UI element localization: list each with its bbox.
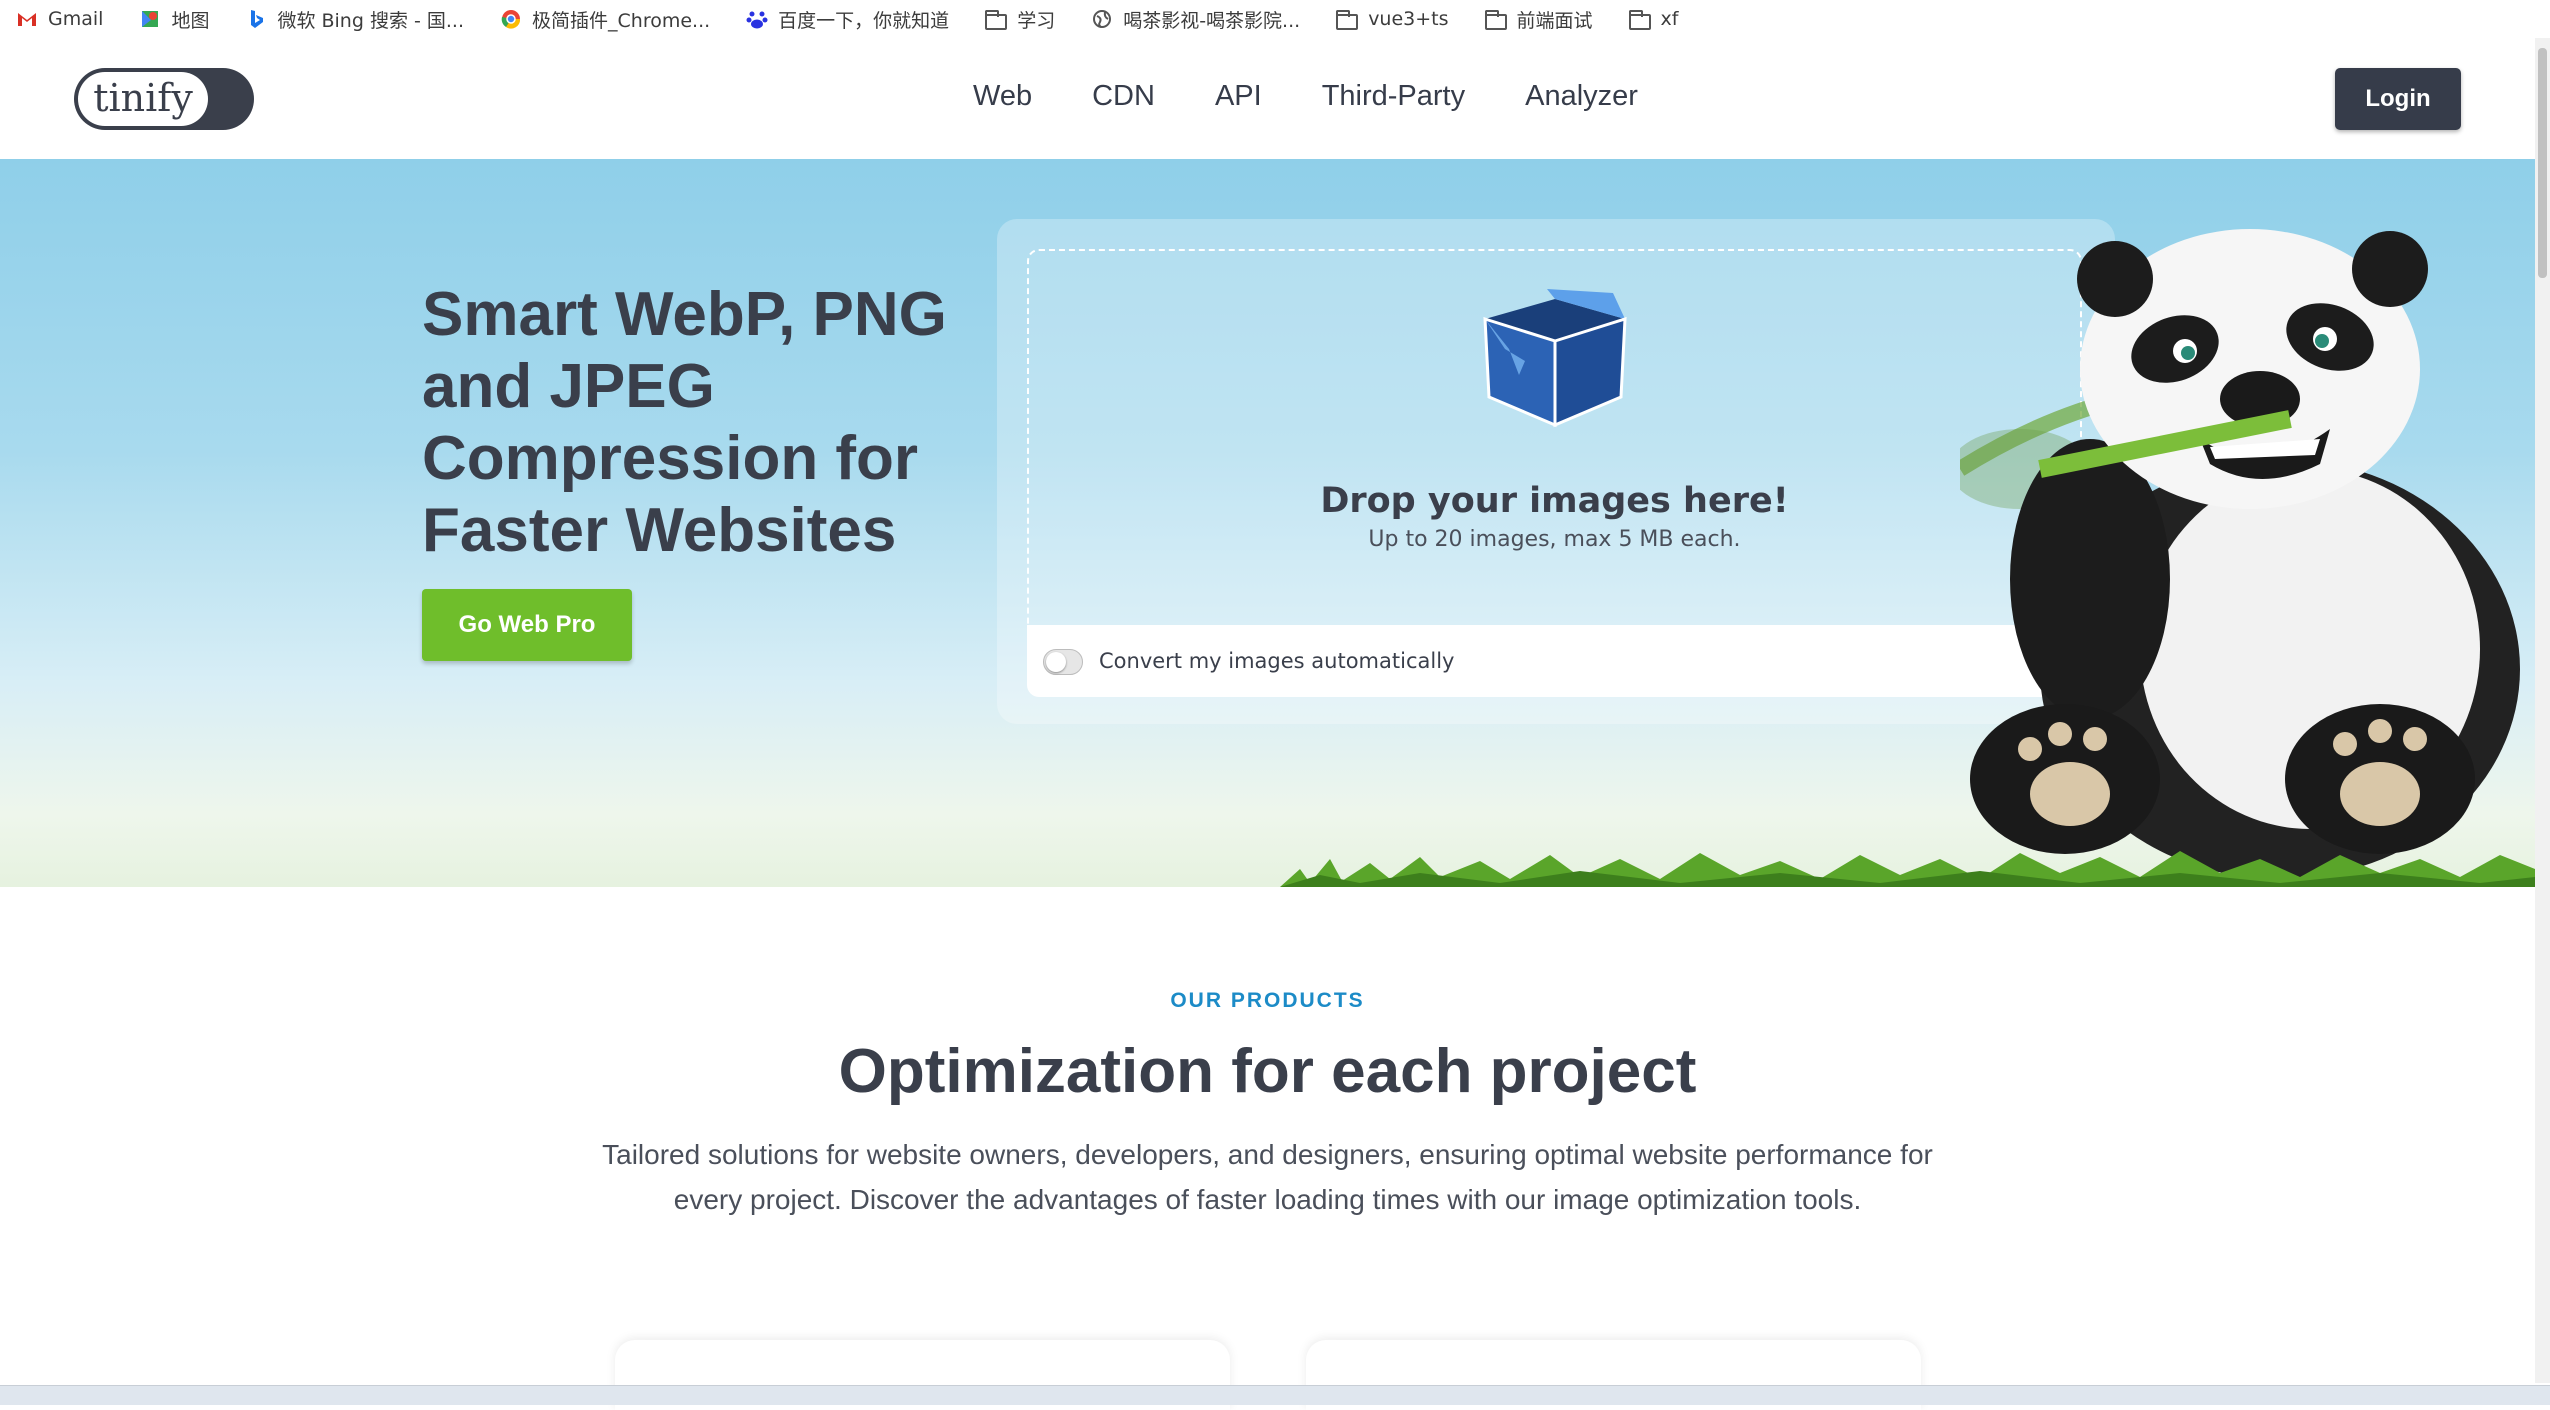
- nav-third-party[interactable]: Third-Party: [1322, 80, 1465, 113]
- logo-text: tinify: [78, 72, 208, 126]
- nav-web[interactable]: Web: [973, 80, 1032, 113]
- bing-icon: [251, 10, 264, 28]
- taskbar: [0, 1385, 2550, 1405]
- main-nav: Web CDN API Third-Party Analyzer: [973, 80, 1698, 113]
- nav-cdn[interactable]: CDN: [1092, 80, 1155, 113]
- bookmark-chrome[interactable]: 极简插件_Chrome...: [500, 6, 710, 33]
- chrome-icon: [501, 10, 521, 29]
- login-button[interactable]: Login: [2335, 68, 2461, 130]
- bookmark-label: 百度一下，你就知道: [778, 9, 950, 32]
- folder-icon: [1484, 10, 1507, 30]
- bookmark-label: 学习: [1017, 9, 1056, 32]
- go-web-pro-button[interactable]: Go Web Pro: [422, 589, 632, 661]
- products-title: Optimization for each project: [838, 1037, 1697, 1106]
- drop-subtitle: Up to 20 images, max 5 MB each.: [1368, 527, 1741, 552]
- nav-analyzer[interactable]: Analyzer: [1525, 80, 1638, 113]
- grass-decoration: [1280, 851, 2535, 887]
- bookmark-label: vue3+ts: [1368, 8, 1449, 30]
- bookmark-label: 喝茶影视-喝茶影院...: [1123, 9, 1301, 32]
- products-description: Tailored solutions for website owners, d…: [602, 1139, 1933, 1215]
- hero-section: Smart WebP, PNG and JPEG Compression for…: [0, 159, 2535, 887]
- convert-toggle[interactable]: [1043, 649, 1083, 675]
- convert-options-bar: Convert my images automatically: [1027, 625, 2082, 697]
- tinify-logo[interactable]: tinify: [74, 68, 254, 130]
- gmail-icon: [18, 13, 36, 26]
- bookmark-folder-vue3[interactable]: vue3+ts: [1336, 8, 1449, 30]
- hero-title: Smart WebP, PNG and JPEG Compression for…: [422, 280, 947, 565]
- bookmark-maps[interactable]: 地图: [139, 6, 209, 33]
- bookmark-label: 前端面试: [1516, 9, 1593, 32]
- products-eyebrow: OUR PRODUCTS: [1170, 989, 1365, 1012]
- bookmark-label: 微软 Bing 搜索 - 国...: [277, 9, 465, 32]
- bookmark-bing[interactable]: 微软 Bing 搜索 - 国...: [245, 6, 464, 33]
- folder-icon: [1336, 10, 1359, 30]
- maps-icon: [142, 11, 159, 27]
- bookmark-gmail[interactable]: Gmail: [16, 8, 103, 30]
- panda-mascot-image: [1960, 229, 2520, 879]
- bookmark-folder-study[interactable]: 学习: [985, 6, 1055, 33]
- bookmark-baidu[interactable]: 百度一下，你就知道: [746, 6, 949, 33]
- bookmark-label: xf: [1660, 8, 1679, 30]
- bookmark-label: 地图: [171, 9, 210, 32]
- bookmark-label: 极简插件_Chrome...: [532, 9, 711, 32]
- bookmark-folder-xf[interactable]: xf: [1628, 8, 1679, 30]
- globe-icon: [1093, 10, 1112, 28]
- baidu-icon: [746, 11, 768, 29]
- folder-icon: [1628, 10, 1651, 30]
- bookmark-folder-interview[interactable]: 前端面试: [1484, 6, 1593, 33]
- convert-label: Convert my images automatically: [1099, 649, 1455, 673]
- folder-icon: [985, 10, 1008, 30]
- bookmark-label: Gmail: [48, 8, 104, 30]
- bookmarks-bar: Gmail 地图 微软 Bing 搜索 - 国... 极简插件_Chrome..…: [0, 0, 2550, 40]
- drop-title: Drop your images here!: [1320, 481, 1789, 521]
- page-scrollbar[interactable]: [2535, 38, 2550, 1383]
- box-upload-icon: [1483, 289, 1627, 428]
- site-header: tinify Web CDN API Third-Party Analyzer …: [0, 38, 2535, 159]
- scrollbar-thumb[interactable]: [2538, 48, 2547, 278]
- bookmark-hecha[interactable]: 喝茶影视-喝茶影院...: [1091, 6, 1300, 33]
- nav-api[interactable]: API: [1215, 80, 1262, 113]
